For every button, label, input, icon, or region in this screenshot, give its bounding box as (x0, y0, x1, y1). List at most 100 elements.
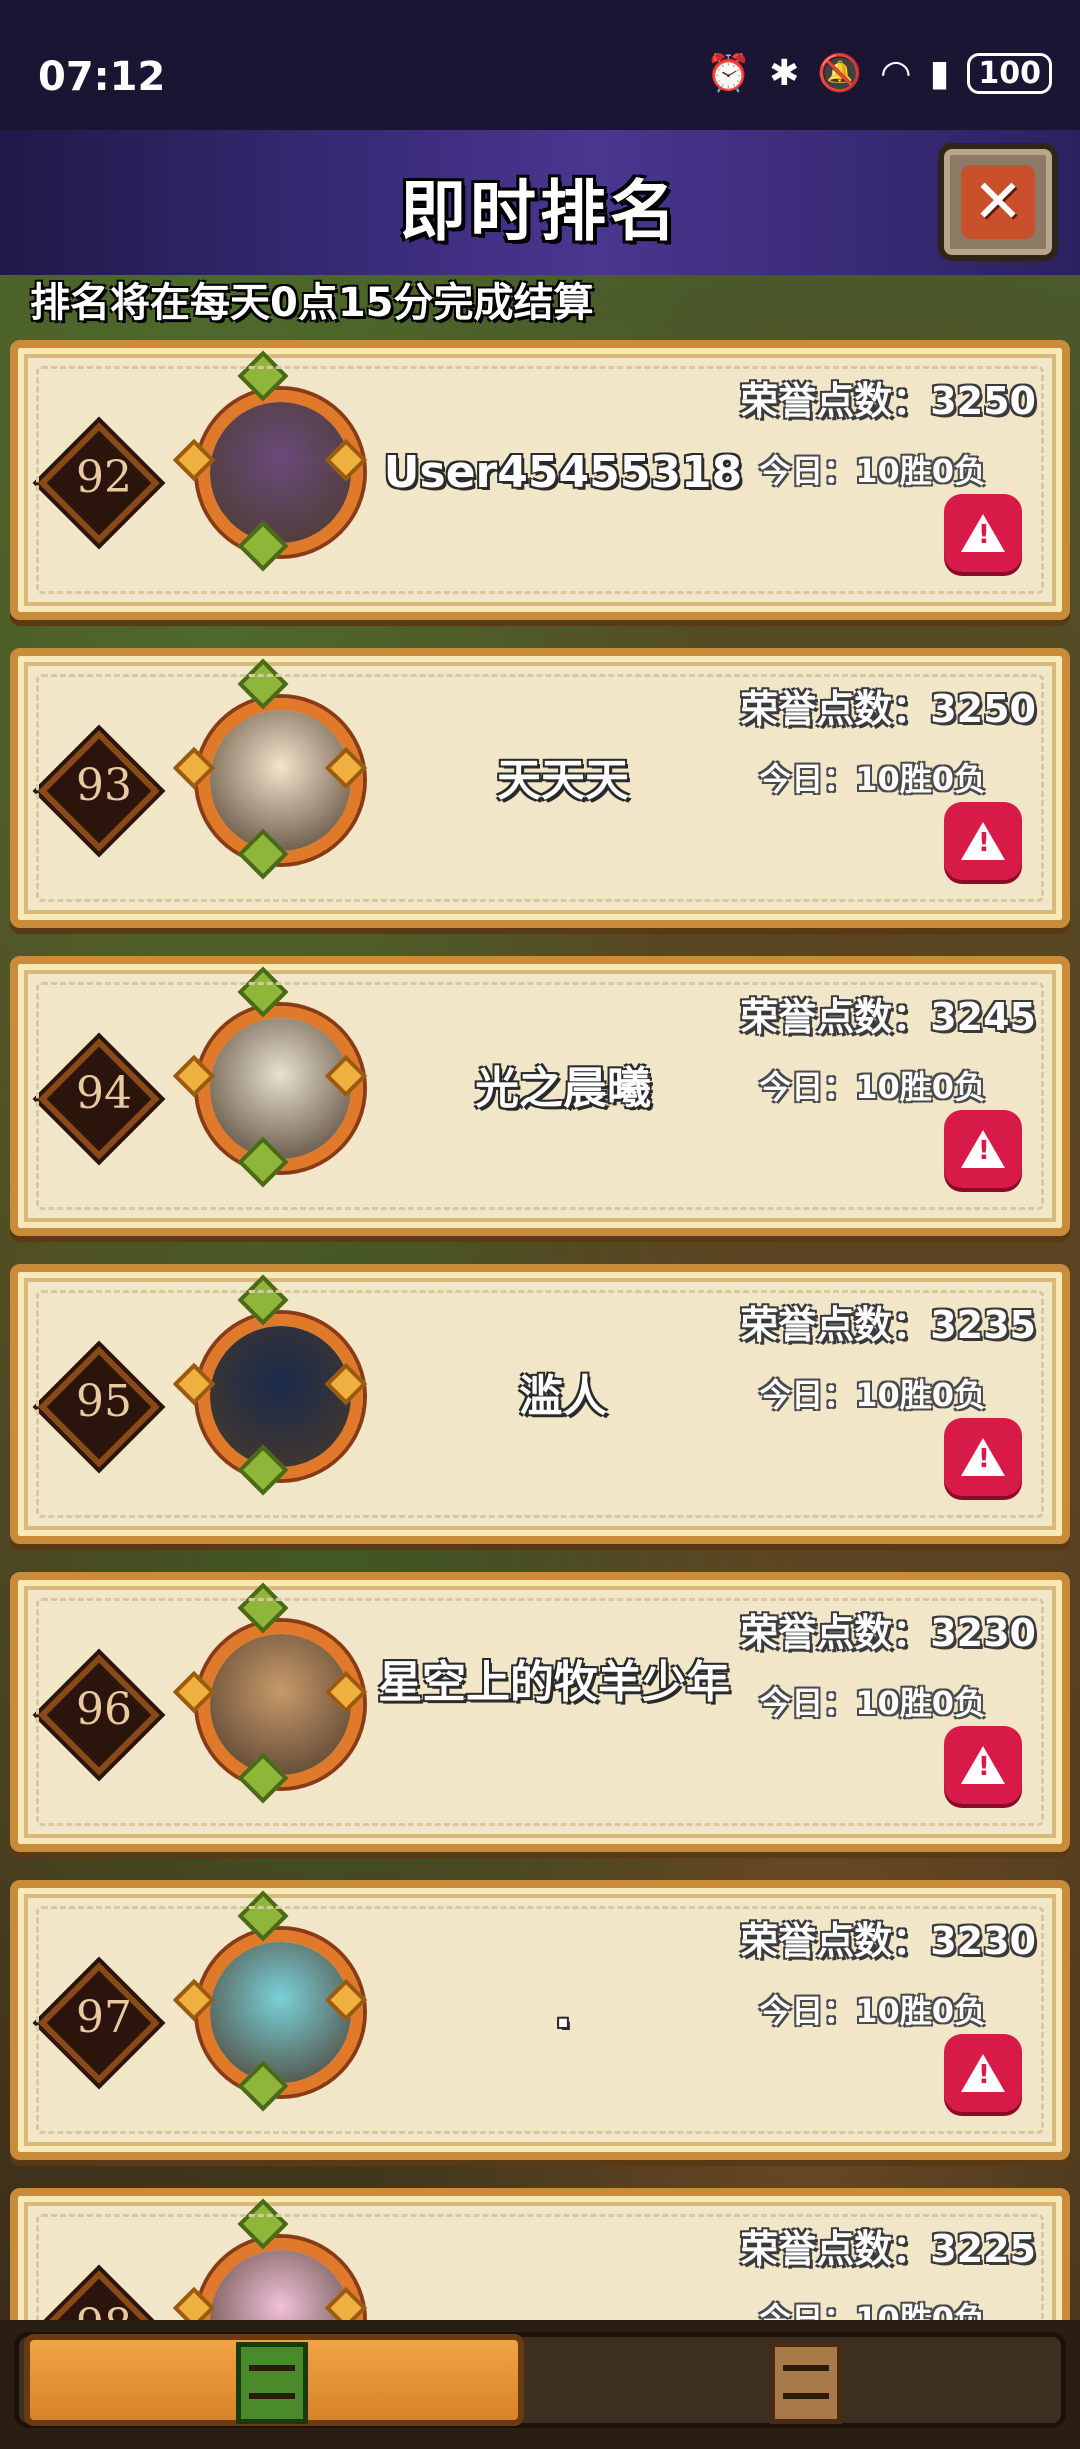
avatar[interactable] (198, 1622, 363, 1787)
avatar-image (210, 710, 351, 851)
avatar-image (210, 1634, 351, 1775)
frame-gem-icon (237, 2198, 289, 2250)
signal-icon: ▮ (929, 52, 950, 94)
close-icon: ✕ (961, 165, 1035, 239)
rank-badge (38, 422, 160, 544)
rank-number: 95 (76, 1376, 132, 1427)
ranking-card[interactable]: 98荣誉点数：3225今日：10胜0负! (10, 2188, 1070, 2320)
report-button[interactable]: ! (944, 1110, 1022, 1188)
frame-ornament-icon (324, 1670, 368, 1714)
ranking-card[interactable]: 94 光之晨曦 荣誉点数：3245 今日：10胜0负! (10, 956, 1070, 1236)
honor-points: 荣誉点数：3225 (740, 2227, 1036, 2271)
ranking-list-icon[interactable] (236, 2342, 308, 2424)
frame-gem-icon (237, 1274, 289, 1326)
avatar[interactable] (198, 1006, 363, 1171)
avatar[interactable] (198, 1314, 363, 1479)
rank-number: 98 (54, 2300, 154, 2320)
frame-ornament-icon (324, 1362, 368, 1406)
rank-number: 96 (76, 1684, 132, 1735)
player-name: 星空上的牧羊少年 (378, 1657, 730, 1708)
honor-points: 荣誉点数：3230 (740, 1919, 1036, 1963)
status-icons: ⏰ ✱ 🔕 ◠ ▮ 100 (706, 52, 1052, 94)
rank-badge (38, 1346, 160, 1468)
bluetooth-icon: ✱ (769, 52, 800, 94)
honor-points: 荣誉点数：3230 (740, 1611, 1036, 1655)
status-bar: 07:12 ⏰ ✱ 🔕 ◠ ▮ 100 (0, 0, 1080, 130)
ranking-list[interactable]: 92 User45455318 荣誉点数：3250 今日：10胜0负! 93 天天天 荣誉点… (0, 340, 1080, 2320)
status-time: 07:12 (38, 54, 166, 100)
frame-ornament-icon (172, 1978, 216, 2022)
frame-ornament-icon (172, 1362, 216, 1406)
ranking-card[interactable]: 93 天天天 荣誉点数：3250 今日：10胜0负! (10, 648, 1070, 928)
exclamation-icon: ! (978, 1444, 990, 1474)
frame-ornament-icon (172, 1670, 216, 1714)
ranking-card[interactable]: 97. 荣誉点数：3230 今日：10胜0负! (10, 1880, 1070, 2160)
scroll-board-icon[interactable] (770, 2342, 842, 2424)
avatar[interactable] (198, 390, 363, 555)
player-name: 滥人 (519, 1371, 607, 1422)
avatar[interactable] (198, 2238, 363, 2320)
frame-gem-icon (237, 2060, 289, 2112)
rank-badge (38, 1654, 160, 1776)
exclamation-icon: ! (978, 2060, 990, 2090)
frame-ornament-icon (324, 746, 368, 790)
rank-number: 94 (76, 1068, 132, 1119)
today-record: 今日：10胜0负 (759, 760, 986, 798)
report-button[interactable]: ! (944, 1418, 1022, 1496)
close-button[interactable]: ✕ (938, 143, 1058, 261)
warning-icon: ! (961, 514, 1005, 552)
report-button[interactable]: ! (944, 494, 1022, 572)
frame-ornament-icon (324, 2286, 368, 2320)
honor-points: 荣誉点数：3235 (740, 1303, 1036, 1347)
rank-badge (38, 1038, 160, 1160)
frame-ornament-icon (324, 1978, 368, 2022)
wifi-icon: ◠ (880, 52, 912, 94)
warning-icon: ! (961, 822, 1005, 860)
mute-icon: 🔕 (817, 53, 863, 94)
frame-gem-icon (237, 1136, 289, 1188)
honor-points: 荣誉点数：3250 (740, 379, 1036, 423)
frame-ornament-icon (172, 2286, 216, 2320)
frame-gem-icon (237, 1890, 289, 1942)
bottom-tab-bar (0, 2320, 1080, 2449)
report-button[interactable]: ! (944, 2034, 1022, 2112)
honor-points: 荣誉点数：3250 (740, 687, 1036, 731)
today-record: 今日：10胜0负 (759, 1068, 986, 1106)
header-bar: 即时排名 (0, 130, 1080, 275)
frame-gem-icon (237, 1444, 289, 1496)
frame-ornament-icon (172, 746, 216, 790)
avatar[interactable] (198, 1930, 363, 2095)
avatar-image (210, 1942, 351, 2083)
settlement-notice: 排名将在每天0点15分完成结算 (30, 280, 594, 326)
frame-gem-icon (237, 1752, 289, 1804)
avatar[interactable] (198, 698, 363, 863)
frame-gem-icon (237, 1582, 289, 1634)
frame-gem-icon (237, 658, 289, 710)
exclamation-icon: ! (978, 1752, 990, 1782)
exclamation-icon: ! (978, 520, 990, 550)
exclamation-icon: ! (978, 1136, 990, 1166)
ranking-card[interactable]: 92 User45455318 荣誉点数：3250 今日：10胜0负! (10, 340, 1070, 620)
frame-ornament-icon (324, 438, 368, 482)
honor-points: 荣誉点数：3245 (740, 995, 1036, 1039)
frame-gem-icon (237, 828, 289, 880)
ranking-card[interactable]: 96 星空上的牧羊少年 荣誉点数：3230 今日：10胜0负! (10, 1572, 1070, 1852)
player-name: 光之晨曦 (475, 1063, 651, 1114)
report-button[interactable]: ! (944, 1726, 1022, 1804)
today-record: 今日：10胜0负 (759, 1376, 986, 1414)
battery-indicator: 100 (967, 52, 1052, 94)
avatar-image (210, 402, 351, 543)
report-button[interactable]: ! (944, 802, 1022, 880)
frame-gem-icon (237, 966, 289, 1018)
page-title: 即时排名 (400, 173, 680, 250)
alarm-icon: ⏰ (706, 53, 752, 94)
frame-ornament-icon (324, 1054, 368, 1098)
rank-badge (38, 730, 160, 852)
frame-gem-icon (237, 350, 289, 402)
exclamation-icon: ! (978, 828, 990, 858)
rank-number: 97 (76, 1992, 132, 2043)
frame-ornament-icon (172, 438, 216, 482)
ranking-card[interactable]: 95 滥人 荣誉点数：3235 今日：10胜0负! (10, 1264, 1070, 1544)
warning-icon: ! (961, 1438, 1005, 1476)
frame-ornament-icon (172, 1054, 216, 1098)
